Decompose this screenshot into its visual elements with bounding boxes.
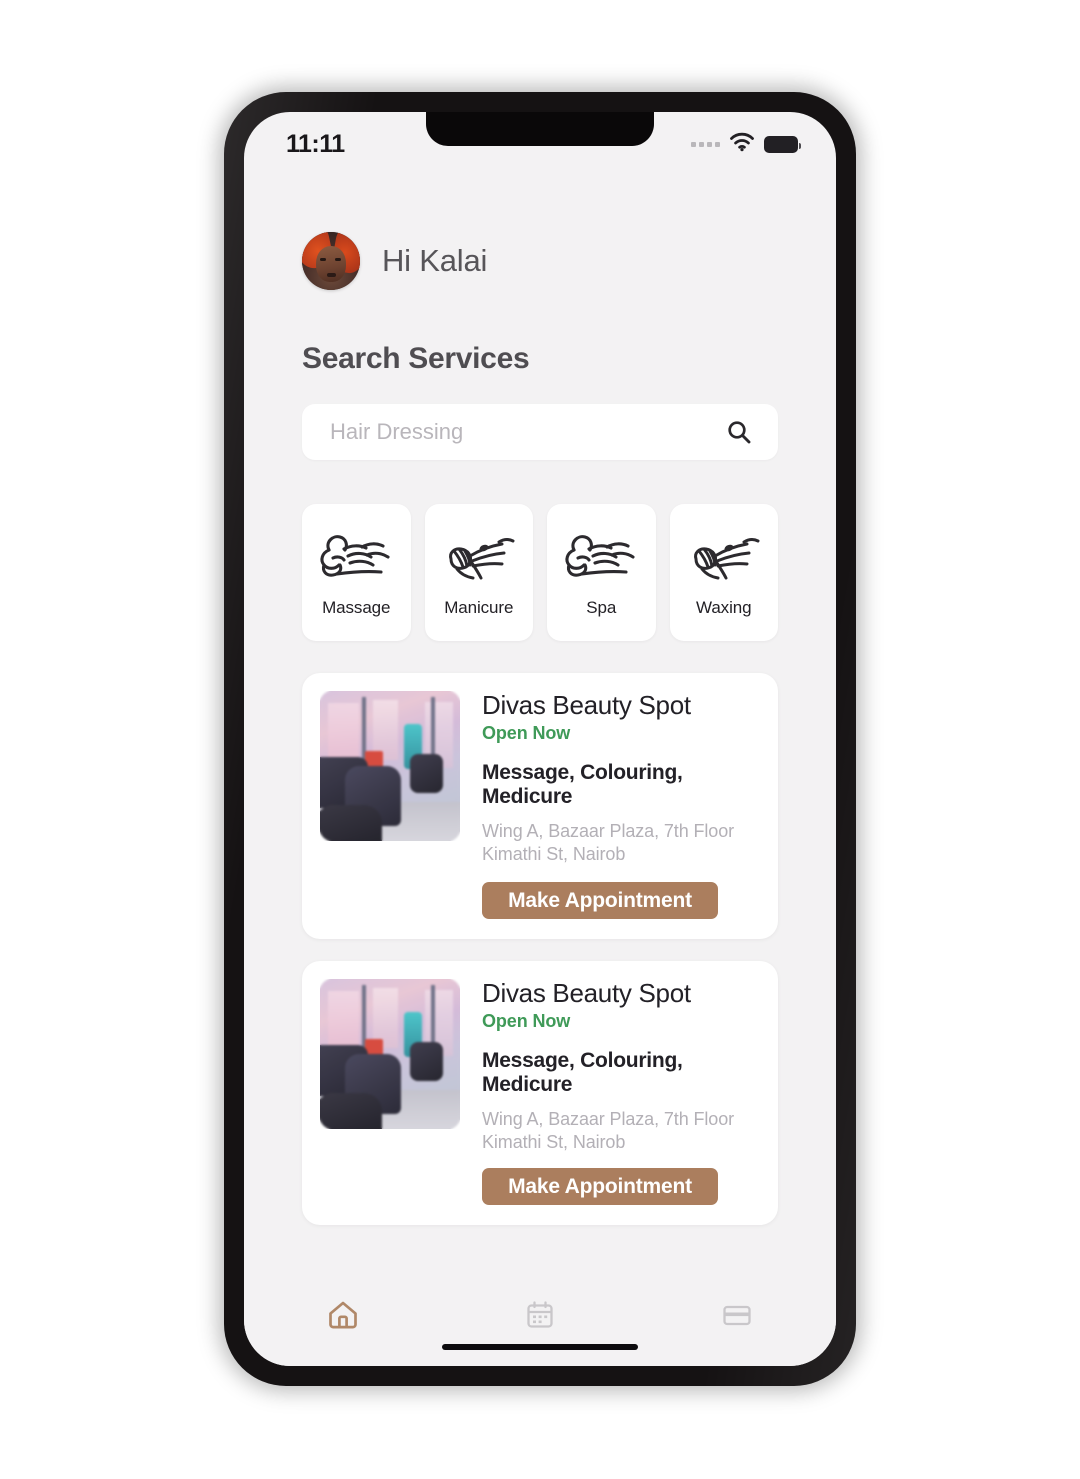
status-badge: Open Now — [482, 1011, 571, 1032]
phone-screen: 11:11 Hi Kalai Search Services Hair Dres… — [244, 112, 836, 1366]
battery-full-icon — [764, 135, 801, 153]
hand-nails-line-icon — [433, 524, 525, 590]
greeting-row: Hi Kalai — [244, 170, 836, 290]
phone-device-frame: 11:11 Hi Kalai Search Services Hair Dres… — [224, 92, 856, 1386]
service-label: Manicure — [444, 598, 514, 617]
make-appointment-button[interactable]: Make Appointment — [482, 882, 718, 920]
salon-info: Divas Beauty Spot Open Now Message, Colo… — [482, 690, 758, 920]
nav-item-card[interactable] — [639, 1294, 836, 1340]
service-card-manicure[interactable]: Manicure — [424, 504, 533, 641]
search-icon[interactable] — [724, 417, 754, 447]
service-label: Waxing — [696, 598, 752, 617]
home-icon — [323, 1295, 363, 1340]
salon-services: Message, Colouring, Medicure — [482, 761, 683, 809]
card-icon — [717, 1295, 757, 1340]
status-time: 11:11 — [286, 129, 345, 158]
status-badge: Open Now — [482, 723, 571, 744]
bottom-navigation — [244, 1280, 836, 1366]
home-indicator — [442, 1344, 638, 1350]
avatar[interactable] — [302, 232, 360, 290]
salon-card[interactable]: Divas Beauty Spot Open Now Message, Colo… — [302, 961, 778, 1226]
nav-item-calendar[interactable] — [441, 1294, 638, 1340]
status-indicators — [691, 132, 801, 157]
status-bar: 11:11 — [244, 112, 836, 170]
search-input[interactable] — [328, 418, 724, 446]
salon-info: Divas Beauty Spot Open Now Message, Colo… — [482, 978, 758, 1206]
hand-massage-line-icon — [310, 524, 402, 590]
greeting-text: Hi Kalai — [382, 243, 488, 278]
salon-thumbnail — [320, 691, 460, 841]
signal-dots-icon — [691, 141, 720, 147]
page-title: Search Services — [302, 342, 530, 375]
nav-item-home[interactable] — [244, 1294, 441, 1340]
salon-address: Wing A, Bazaar Plaza, 7th Floor Kimathi … — [482, 821, 735, 865]
service-card-spa[interactable]: Spa — [547, 504, 656, 641]
calendar-icon — [520, 1295, 560, 1340]
service-category-row: Massage Manicure Spa Waxing — [302, 504, 778, 641]
service-label: Massage — [322, 598, 391, 617]
salon-name: Divas Beauty Spot — [482, 690, 691, 720]
service-card-massage[interactable]: Massage — [302, 504, 411, 641]
search-bar[interactable] — [302, 404, 778, 460]
main-content: Hi Kalai Search Services Hair Dressing M… — [244, 170, 836, 1280]
salon-card[interactable]: Divas Beauty Spot Open Now Message, Colo… — [302, 673, 778, 940]
salon-services: Message, Colouring, Medicure — [482, 1049, 683, 1097]
salon-address: Wing A, Bazaar Plaza, 7th Floor Kimathi … — [482, 1109, 735, 1153]
salon-name: Divas Beauty Spot — [482, 978, 691, 1009]
wifi-icon — [729, 132, 755, 157]
hand-massage-line-icon — [555, 524, 647, 590]
salon-thumbnail — [320, 979, 460, 1130]
hand-nails-line-icon — [678, 524, 770, 590]
service-card-waxing[interactable]: Waxing — [669, 504, 778, 641]
service-label: Spa — [586, 598, 617, 617]
make-appointment-button[interactable]: Make Appointment — [482, 1168, 718, 1206]
salon-list: Divas Beauty Spot Open Now Message, Colo… — [302, 673, 778, 1226]
